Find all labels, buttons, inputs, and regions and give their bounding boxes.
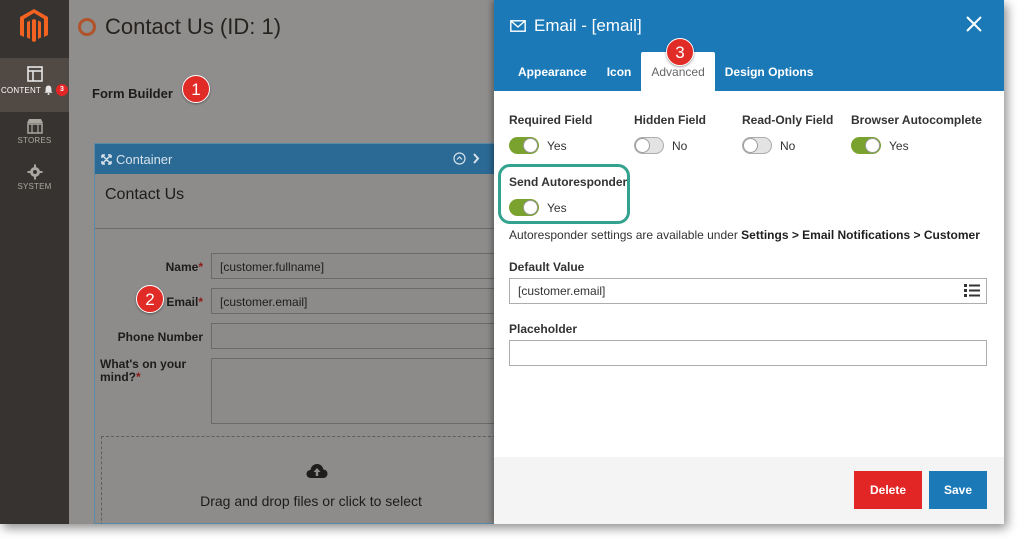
default-value-input[interactable]	[509, 278, 987, 304]
hidden-field-switch[interactable]	[634, 137, 664, 154]
page-title: Contact Us (ID: 1)	[105, 14, 282, 39]
send-autoresponder-switch[interactable]	[509, 199, 539, 216]
spinner-logo-icon	[78, 18, 96, 36]
toggle-value: Yes	[547, 200, 567, 215]
container-header-label: Container	[116, 151, 173, 167]
modal-title-row: Email - [email]	[510, 16, 642, 36]
tab-appearance[interactable]: Appearance	[508, 52, 597, 91]
placeholder-label: Placeholder	[509, 322, 578, 336]
toggle-value: Yes	[889, 138, 909, 153]
tab-icon[interactable]: Icon	[597, 52, 642, 91]
modal-title: Email - [email]	[534, 16, 642, 35]
name-field[interactable]: [customer.fullname]	[211, 253, 521, 279]
sidebar-item-label: CONTENT	[0, 85, 42, 95]
file-dropzone[interactable]: Drag and drop files or click to select	[101, 436, 521, 524]
cloud-upload-icon	[306, 464, 328, 478]
container-header[interactable]: Container	[95, 144, 513, 174]
modal-tabs: Appearance Icon Advanced Design Options	[508, 52, 823, 91]
app-window: CONTENT 3 STORES SYSTEM Contact Us (ID: …	[0, 0, 1004, 524]
browser-autocomplete-switch[interactable]	[851, 137, 881, 154]
envelope-icon	[510, 20, 526, 32]
field-label-phone: Phone Number	[117, 330, 203, 344]
switch-knob	[635, 138, 650, 153]
close-icon[interactable]	[964, 14, 984, 34]
move-icon[interactable]	[101, 153, 112, 165]
chevron-right-icon[interactable]	[472, 153, 480, 164]
toggle-read-only-field: Read-Only Field No	[742, 113, 833, 154]
switch-knob	[865, 138, 880, 153]
container-block: Container Contact Us Name* [customer.ful…	[94, 143, 521, 524]
sidebar-item-system[interactable]: SYSTEM	[0, 164, 69, 204]
toggle-value: No	[672, 138, 688, 153]
container-title: Contact Us	[105, 186, 185, 203]
toggle-browser-autocomplete: Browser Autocomplete Yes	[851, 113, 982, 154]
dropzone-text: Drag and drop files or click to select	[200, 493, 422, 509]
phone-field[interactable]	[211, 323, 521, 349]
default-value-label: Default Value	[509, 260, 585, 274]
field-label-name: Name*	[165, 260, 203, 274]
callout-badge-2: 2	[136, 285, 164, 313]
gear-icon	[27, 164, 42, 180]
toggle-label: Read-Only Field	[742, 113, 834, 127]
collapse-icon[interactable]	[453, 152, 466, 165]
sidebar-item-label: STORES	[17, 136, 52, 145]
autoresponder-info-text: Autoresponder settings are available und…	[509, 228, 980, 242]
toggle-label: Required Field	[509, 113, 593, 127]
modal-header: Email - [email] Appearance Icon Advanced…	[494, 0, 1004, 91]
tab-design-options[interactable]: Design Options	[715, 52, 824, 91]
message-textarea[interactable]	[211, 358, 521, 424]
required-field-switch[interactable]	[509, 137, 539, 154]
toggle-label: Browser Autocomplete	[851, 113, 982, 127]
admin-sidebar: CONTENT 3 STORES SYSTEM	[0, 0, 69, 524]
settings-path: Settings > Email Notifications > Custome…	[741, 228, 980, 242]
email-field[interactable]: [customer.email]	[211, 288, 521, 314]
divider	[95, 228, 513, 229]
sidebar-item-label: SYSTEM	[17, 182, 52, 191]
toggle-hidden-field: Hidden Field No	[634, 113, 706, 154]
toggle-label: Hidden Field	[634, 113, 706, 127]
toggle-label: Send Autoresponder	[509, 175, 628, 189]
store-icon	[26, 119, 43, 134]
sidebar-item-stores[interactable]: STORES	[0, 118, 69, 158]
field-label-message: What's on your mind?*	[100, 357, 187, 384]
toggle-required-field: Required Field Yes	[509, 113, 592, 154]
toggle-value: Yes	[547, 138, 567, 153]
list-icon[interactable]	[962, 280, 982, 300]
sidebar-item-content[interactable]: CONTENT 3	[0, 58, 69, 112]
switch-knob	[743, 138, 758, 153]
switch-knob	[523, 138, 538, 153]
layout-icon	[26, 66, 43, 82]
toggle-send-autoresponder: Send Autoresponder Yes	[509, 175, 627, 216]
delete-button[interactable]: Delete	[854, 471, 922, 509]
bell-icon[interactable]	[44, 85, 53, 95]
switch-knob	[523, 200, 538, 215]
read-only-field-switch[interactable]	[742, 137, 772, 154]
page-header: Contact Us (ID: 1)	[77, 14, 281, 40]
toggle-value: No	[780, 138, 796, 153]
form-builder-label: Form Builder	[92, 86, 173, 101]
placeholder-input[interactable]	[509, 340, 987, 366]
notification-badge: 3	[56, 84, 69, 96]
callout-badge-1: 1	[182, 75, 210, 103]
save-button[interactable]: Save	[929, 471, 987, 509]
modal-footer	[494, 457, 1004, 524]
magento-logo-icon[interactable]	[18, 8, 50, 44]
callout-badge-3: 3	[666, 38, 694, 66]
